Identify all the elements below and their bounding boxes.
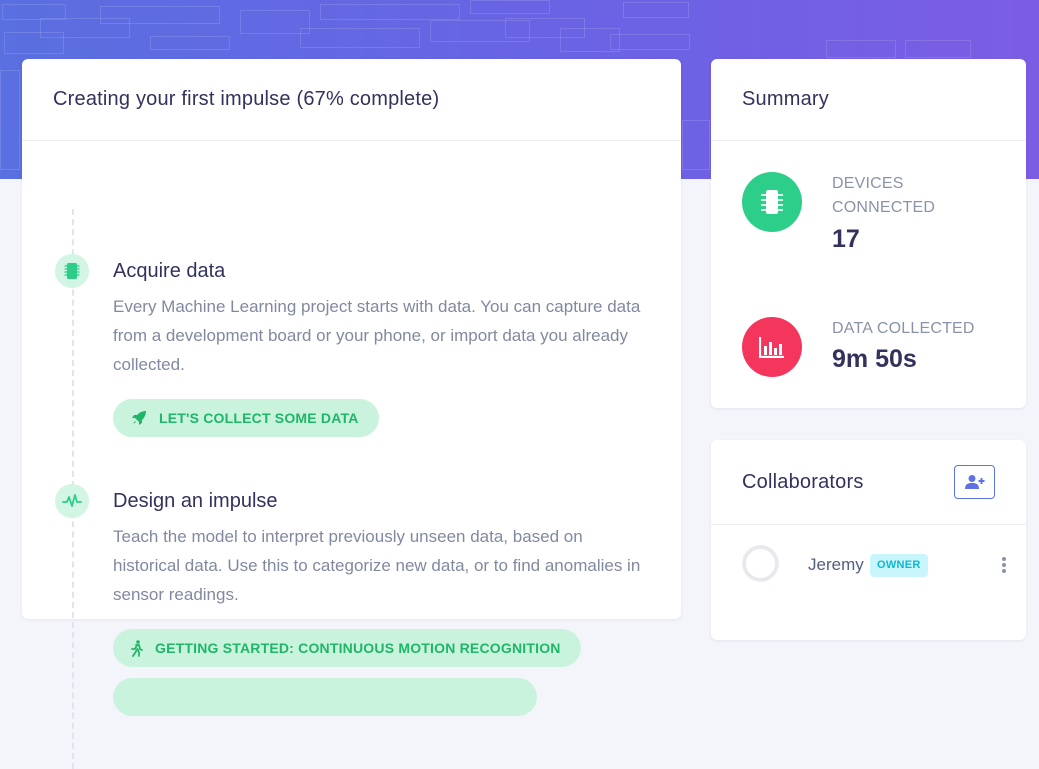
walking-icon: [131, 639, 143, 657]
impulse-progress-card: Creating your first impulse (67% complet…: [22, 59, 681, 769]
devices-connected-value: 17: [832, 225, 860, 253]
collect-data-label: LET'S COLLECT SOME DATA: [159, 410, 359, 426]
card-title: Summary: [742, 88, 829, 110]
add-user-icon: [964, 475, 984, 489]
collaborators-card: Collaborators Jeremy OWNER: [711, 440, 1026, 640]
devices-stat-icon: [742, 172, 802, 232]
motion-recognition-tutorial-button[interactable]: GETTING STARTED: CONTINUOUS MOTION RECOG…: [113, 629, 581, 667]
user-icon: [743, 546, 778, 581]
card-header: Summary: [711, 59, 1026, 141]
step-title: Design an impulse: [113, 490, 278, 512]
data-collected-stat-icon: [742, 317, 802, 377]
collaborator-name: Jeremy: [808, 555, 864, 574]
collect-data-button[interactable]: LET'S COLLECT SOME DATA: [113, 399, 379, 437]
pulse-icon: [55, 484, 89, 518]
card-header: Creating your first impulse (67% complet…: [22, 59, 681, 141]
data-collected-value: 9m 50s: [832, 345, 917, 373]
summary-card: Summary DEVICES CONNECTED 17 DATA COLLEC…: [711, 59, 1026, 408]
devices-connected-label: DEVICES CONNECTED: [832, 175, 936, 216]
next-tutorial-button[interactable]: [113, 678, 537, 716]
more-options-icon[interactable]: [998, 555, 1010, 575]
chip-icon: [761, 190, 783, 214]
owner-badge: OWNER: [870, 554, 928, 577]
step-description: Teach the model to interpret previously …: [113, 527, 641, 604]
card-title: Collaborators: [742, 470, 864, 493]
data-collected-label: DATA COLLECTED: [832, 320, 975, 337]
avatar: [742, 545, 779, 582]
bar-chart-icon: [759, 337, 784, 358]
add-collaborator-button[interactable]: [954, 465, 995, 499]
collaborator-row: Jeremy OWNER: [742, 545, 1012, 585]
motion-recognition-label: GETTING STARTED: CONTINUOUS MOTION RECOG…: [155, 640, 561, 656]
chip-icon: [55, 254, 89, 288]
card-title: Creating your first impulse (67% complet…: [53, 88, 440, 110]
card-header: Collaborators: [711, 440, 1026, 525]
rocket-icon: [132, 411, 146, 425]
step-description: Every Machine Learning project starts wi…: [113, 297, 641, 374]
step-title: Acquire data: [113, 260, 226, 282]
